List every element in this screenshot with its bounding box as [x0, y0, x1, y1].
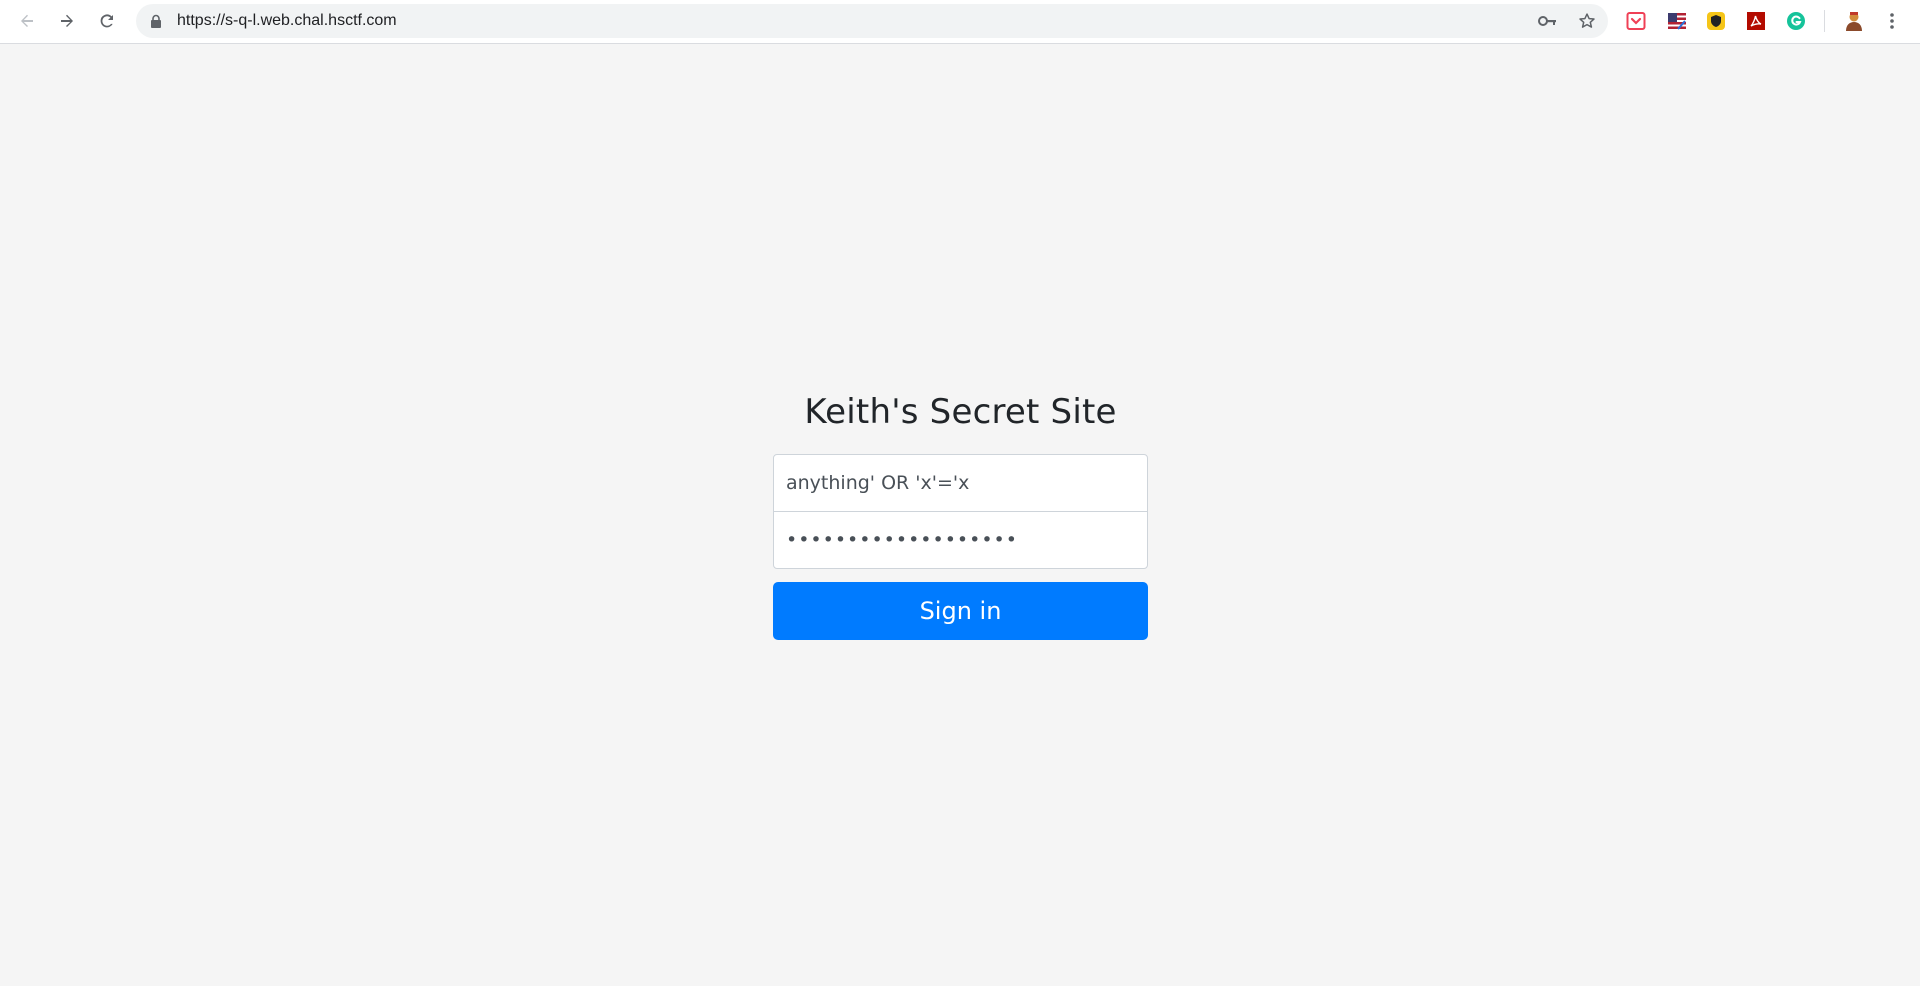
reload-button[interactable]	[92, 6, 122, 36]
back-button[interactable]	[12, 6, 42, 36]
grammarly-icon[interactable]	[1785, 10, 1807, 32]
username-input[interactable]	[773, 454, 1148, 512]
sign-in-button[interactable]: Sign in	[773, 582, 1148, 640]
star-icon[interactable]	[1577, 11, 1597, 31]
avatar[interactable]	[1843, 10, 1865, 32]
kebab-menu-icon[interactable]	[1881, 10, 1903, 32]
toolbar-divider	[1824, 10, 1825, 32]
password-input[interactable]	[773, 511, 1148, 569]
forward-arrow-icon	[61, 14, 73, 27]
back-arrow-icon	[21, 14, 33, 27]
page-title: Keith's Secret Site	[804, 392, 1117, 432]
browser-toolbar: https://s-q-l.web.chal.hsctf.com	[0, 0, 1920, 44]
shield-icon[interactable]	[1705, 10, 1727, 32]
flag-icon[interactable]	[1666, 10, 1688, 32]
url-text[interactable]: https://s-q-l.web.chal.hsctf.com	[177, 4, 397, 38]
page-content: Keith's Secret Site Sign in	[0, 44, 1920, 986]
lock-icon[interactable]	[150, 14, 162, 28]
pdf-icon[interactable]	[1745, 10, 1767, 32]
key-icon[interactable]	[1538, 11, 1558, 31]
address-bar[interactable]: https://s-q-l.web.chal.hsctf.com	[136, 4, 1608, 38]
pocket-icon[interactable]	[1625, 10, 1647, 32]
forward-button[interactable]	[52, 6, 82, 36]
login-form: Keith's Secret Site Sign in	[773, 389, 1148, 640]
reload-icon	[100, 14, 113, 28]
